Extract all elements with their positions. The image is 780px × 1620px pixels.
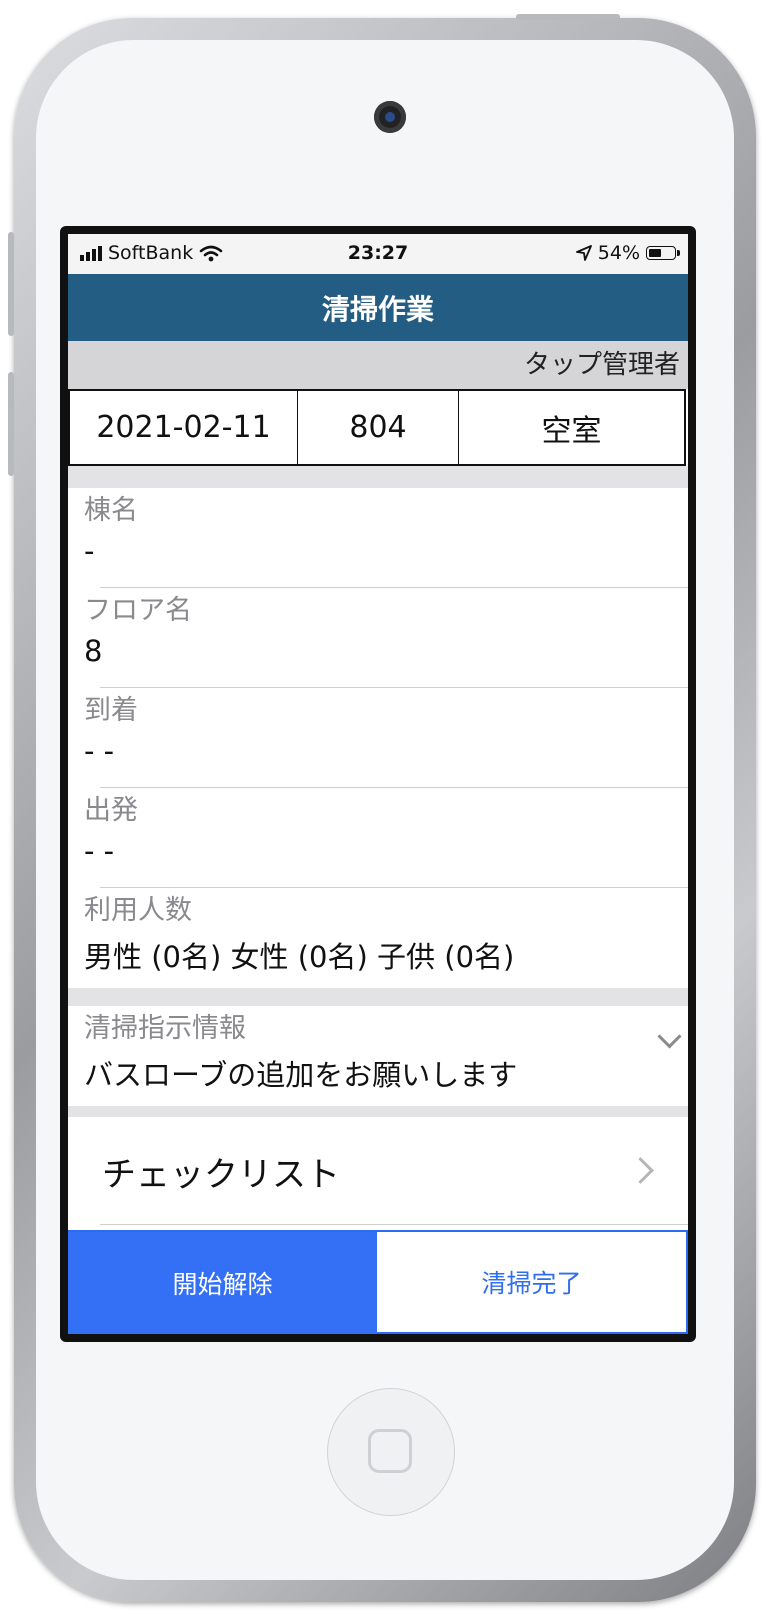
action-bar: 開始解除 清掃完了 — [68, 1230, 688, 1334]
battery-percent: 54% — [597, 242, 640, 264]
instructions-value: バスローブの追加をお願いします — [84, 1058, 518, 1092]
instructions-label: 清掃指示情報 — [84, 1013, 246, 1044]
field-value: - — [84, 534, 95, 568]
front-camera — [374, 101, 406, 133]
page-title: 清掃作業 — [68, 274, 688, 341]
field-arrival: 到着 - - — [68, 688, 688, 788]
location-arrow-icon — [575, 245, 592, 261]
screen: SoftBank 23:27 54% 清掃作業 タップ管理者 2021-02-1… — [60, 226, 696, 1342]
chevron-down-icon[interactable] — [657, 1024, 682, 1049]
chevron-right-icon — [627, 1157, 654, 1184]
section-divider — [68, 466, 688, 488]
home-button[interactable] — [327, 1388, 455, 1516]
field-building: 棟名 - — [68, 488, 688, 588]
mute-switch — [8, 232, 14, 336]
field-label: 棟名 — [84, 495, 138, 526]
power-button — [516, 14, 620, 20]
cleaning-complete-button[interactable]: 清掃完了 — [377, 1232, 686, 1334]
status-right: 54% — [575, 242, 680, 264]
field-label: フロア名 — [84, 595, 192, 626]
field-value: 8 — [84, 634, 103, 668]
field-departure: 出発 - - — [68, 788, 688, 888]
field-label: 利用人数 — [84, 895, 192, 926]
home-square-icon — [368, 1429, 412, 1473]
volume-button — [8, 372, 14, 476]
start-cancel-button[interactable]: 開始解除 — [68, 1232, 377, 1334]
checklist-row[interactable]: チェックリスト — [68, 1117, 688, 1225]
battery-icon — [646, 246, 680, 260]
room-info-table: 2021-02-11 804 空室 — [68, 389, 686, 466]
room-date: 2021-02-11 — [70, 391, 298, 464]
room-number: 804 — [298, 391, 459, 464]
section-divider — [68, 988, 688, 1006]
field-value: 男性 (0名) 女性 (0名) 子供 (0名) — [84, 940, 515, 974]
field-value: - - — [84, 834, 115, 868]
status-bar: SoftBank 23:27 54% — [68, 234, 688, 274]
field-label: 出発 — [84, 795, 138, 826]
field-label: 到着 — [84, 695, 138, 726]
field-floor: フロア名 8 — [68, 588, 688, 688]
field-guests: 利用人数 男性 (0名) 女性 (0名) 子供 (0名) — [68, 888, 688, 988]
row-separator — [100, 1224, 688, 1225]
room-status: 空室 — [541, 413, 602, 449]
user-name: タップ管理者 — [68, 341, 688, 389]
app-display: SoftBank 23:27 54% 清掃作業 タップ管理者 2021-02-1… — [68, 234, 688, 1334]
checklist-label: チェックリスト — [102, 1155, 340, 1195]
field-value: - - — [84, 734, 115, 768]
section-divider — [68, 1106, 688, 1117]
instructions-panel[interactable]: 清掃指示情報 バスローブの追加をお願いします — [68, 1006, 688, 1106]
